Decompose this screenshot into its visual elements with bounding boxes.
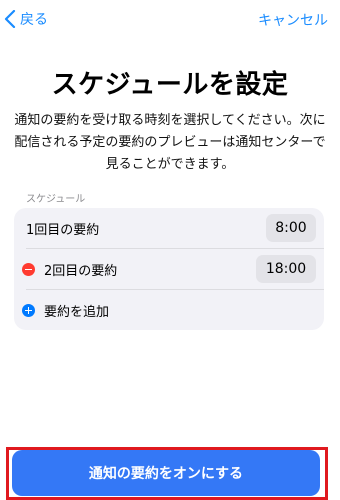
remove-minus-icon[interactable] [22, 262, 35, 276]
schedule-list: 1回目の要約 8:00 2回目の要約 18:00 要約を追加 [14, 208, 324, 330]
schedule-row-label: 2回目の要約 [44, 263, 118, 279]
back-label: 戻る [20, 12, 48, 28]
section-header-schedule: スケジュール [26, 194, 86, 205]
add-summary-label: 要約を追加 [44, 304, 110, 320]
schedule-row-label: 1回目の要約 [26, 222, 100, 238]
description-text: 通知の要約を受け取る時刻を選択してください。次に配信される予定の要約のプレビュー… [14, 113, 326, 172]
navigation-bar: 戻る キャンセル [0, 0, 340, 38]
add-plus-icon [22, 303, 35, 317]
time-picker-button[interactable]: 18:00 [256, 255, 316, 283]
page-title: スケジュールを設定 [51, 70, 289, 100]
schedule-row-1: 1回目の要約 8:00 [14, 208, 324, 248]
back-button[interactable]: 戻る [4, 9, 48, 29]
add-summary-row[interactable]: 要約を追加 [14, 290, 324, 330]
schedule-row-2: 2回目の要約 18:00 [14, 249, 324, 289]
cancel-button[interactable]: キャンセル [258, 10, 328, 30]
highlight-box [6, 447, 328, 500]
chevron-left-icon [4, 10, 16, 28]
time-picker-button[interactable]: 8:00 [266, 214, 316, 242]
